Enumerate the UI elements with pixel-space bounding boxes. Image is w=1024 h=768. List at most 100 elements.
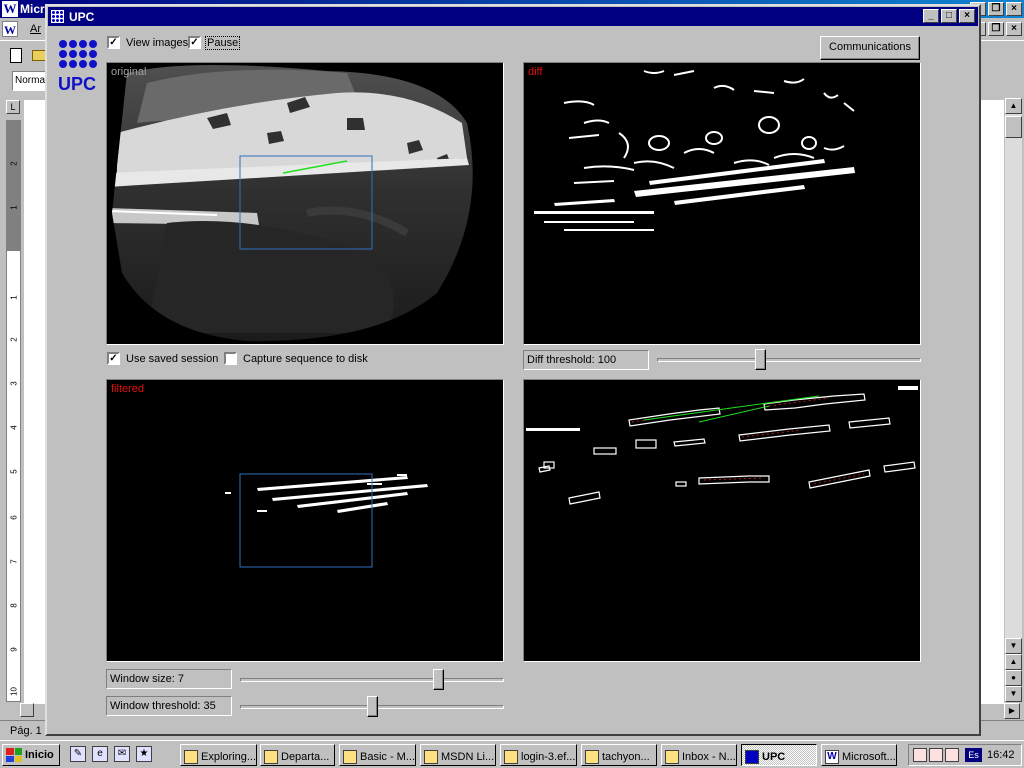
task-label: Inbox - N... <box>682 750 736 763</box>
pause-checkbox[interactable]: ✓ <box>188 36 201 49</box>
vertical-ruler: 2 1 1 2 3 4 5 6 7 8 9 10 <box>6 120 21 702</box>
ruler-number: 3 <box>9 381 19 386</box>
upc-logo: UPC <box>57 40 99 96</box>
quick-launch: ✎ e ✉ ★ <box>70 746 152 762</box>
task-label: Departa... <box>281 750 330 763</box>
minimize-button[interactable]: _ <box>923 9 939 23</box>
scroll-down-button[interactable]: ▼ <box>1005 638 1022 654</box>
slider-thumb[interactable] <box>367 696 378 717</box>
use-saved-session-label: Use saved session <box>126 352 219 365</box>
channels-icon[interactable]: ★ <box>136 746 152 762</box>
task-label: MSDN Li... <box>441 750 495 763</box>
ruler-number: 1 <box>9 205 19 210</box>
task-upc[interactable]: UPC <box>741 744 817 766</box>
outlook-icon[interactable]: ✉ <box>114 746 130 762</box>
task-label: tachyon... <box>602 750 650 763</box>
close-button[interactable]: × <box>959 9 975 23</box>
antivirus-icon[interactable] <box>945 748 959 762</box>
ruler-number: 2 <box>9 161 19 166</box>
windows-logo-icon <box>6 748 22 762</box>
ruler-number: 4 <box>9 425 19 430</box>
capture-sequence-label: Capture sequence to disk <box>243 352 368 365</box>
document-icon[interactable]: W <box>2 21 18 37</box>
view-images-option[interactable]: ✓ View images <box>107 36 189 49</box>
use-saved-session-option[interactable]: ✓ Use saved session <box>107 352 219 365</box>
mail-icon <box>665 749 679 764</box>
ruler-number: 8 <box>9 603 19 608</box>
start-label: Inicio <box>25 749 54 761</box>
next-page-button[interactable]: ▼ <box>1005 686 1022 702</box>
upc-logo-dots <box>59 40 99 68</box>
upc-app-icon <box>51 10 64 23</box>
language-indicator[interactable]: Es <box>965 748 982 762</box>
select-browse-button[interactable]: ● <box>1005 670 1022 686</box>
normal-view-icon[interactable] <box>20 703 34 717</box>
menu-item-archive[interactable]: Ar <box>30 23 41 35</box>
previous-page-button[interactable]: ▲ <box>1005 654 1022 670</box>
show-desktop-icon[interactable]: ✎ <box>70 746 86 762</box>
scroll-right-button[interactable]: ▶ <box>1004 703 1020 719</box>
maximize-button[interactable]: □ <box>941 9 957 23</box>
task-inbox[interactable]: Inbox - N... <box>661 744 737 766</box>
slider-track <box>657 358 921 362</box>
pause-label: Pause <box>204 35 241 50</box>
capture-sequence-checkbox[interactable] <box>224 352 237 365</box>
slider-thumb[interactable] <box>754 349 766 370</box>
window-threshold-slider[interactable] <box>240 696 504 718</box>
internet-explorer-icon[interactable]: e <box>92 746 108 762</box>
filtered-label: filtered <box>111 383 145 395</box>
task-basic[interactable]: Basic - M... <box>339 744 416 766</box>
task-label: UPC <box>762 750 786 763</box>
task-departa[interactable]: Departa... <box>260 744 335 766</box>
ruler-number: 2 <box>9 337 19 342</box>
tab-selector[interactable]: L <box>6 100 20 114</box>
filtered-image-panel: filtered <box>106 379 504 662</box>
task-label: Microsoft... <box>842 750 896 763</box>
folder-icon <box>184 749 198 764</box>
speaker-icon[interactable] <box>929 748 943 762</box>
system-tray: Es 16:42 <box>908 744 1022 766</box>
open-folder-icon[interactable] <box>32 50 46 61</box>
task-msdn[interactable]: MSDN Li... <box>420 744 496 766</box>
document-close-button[interactable]: × <box>1006 22 1022 36</box>
ruler-margin <box>7 121 20 251</box>
diff-threshold-slider[interactable] <box>657 349 921 371</box>
pause-option[interactable]: ✓ Pause <box>188 35 241 50</box>
upc-title-bar[interactable]: UPC _ □ × <box>48 7 978 26</box>
scroll-thumb[interactable] <box>1005 116 1022 138</box>
start-button[interactable]: Inicio <box>2 744 60 766</box>
window-threshold-field: Window threshold: 35 <box>106 696 232 716</box>
new-document-icon[interactable] <box>10 48 22 63</box>
task-exploring[interactable]: Exploring... <box>180 744 257 766</box>
document-restore-button[interactable]: ❐ <box>988 22 1004 36</box>
ruler-number: 7 <box>9 559 19 564</box>
file-icon <box>585 749 599 764</box>
vertical-scrollbar[interactable]: ▲ ▼ ▲ ● ▼ <box>1005 98 1022 702</box>
view-images-checkbox[interactable]: ✓ <box>107 36 120 49</box>
word-icon: W <box>825 749 839 764</box>
diff-threshold-field: Diff threshold: 100 <box>523 350 649 370</box>
upc-window-controls: _ □ × <box>923 9 975 23</box>
document-icon <box>264 749 278 764</box>
task-microsoft[interactable]: W Microsoft... <box>821 744 897 766</box>
ruler-number: 10 <box>9 687 19 696</box>
original-image <box>112 64 473 342</box>
background-close-button[interactable]: × <box>1006 2 1022 16</box>
background-title: Micr <box>20 2 45 16</box>
diff-image-panel: diff <box>523 62 921 345</box>
slider-track <box>240 678 504 682</box>
background-restore-button[interactable]: ❐ <box>988 2 1004 16</box>
ruler-number: 5 <box>9 469 19 474</box>
use-saved-session-checkbox[interactable]: ✓ <box>107 352 120 365</box>
slider-thumb[interactable] <box>433 669 444 690</box>
style-select[interactable]: Norma <box>12 71 48 91</box>
communications-button[interactable]: Communications <box>820 36 920 60</box>
capture-sequence-option[interactable]: Capture sequence to disk <box>224 352 369 365</box>
task-login[interactable]: login-3.ef... <box>500 744 577 766</box>
window-size-slider[interactable] <box>240 669 504 691</box>
file-icon <box>504 749 518 764</box>
task-tachyon[interactable]: tachyon... <box>581 744 657 766</box>
ruler-number: 1 <box>9 295 19 300</box>
network-icon[interactable] <box>913 748 927 762</box>
scroll-up-button[interactable]: ▲ <box>1005 98 1022 114</box>
